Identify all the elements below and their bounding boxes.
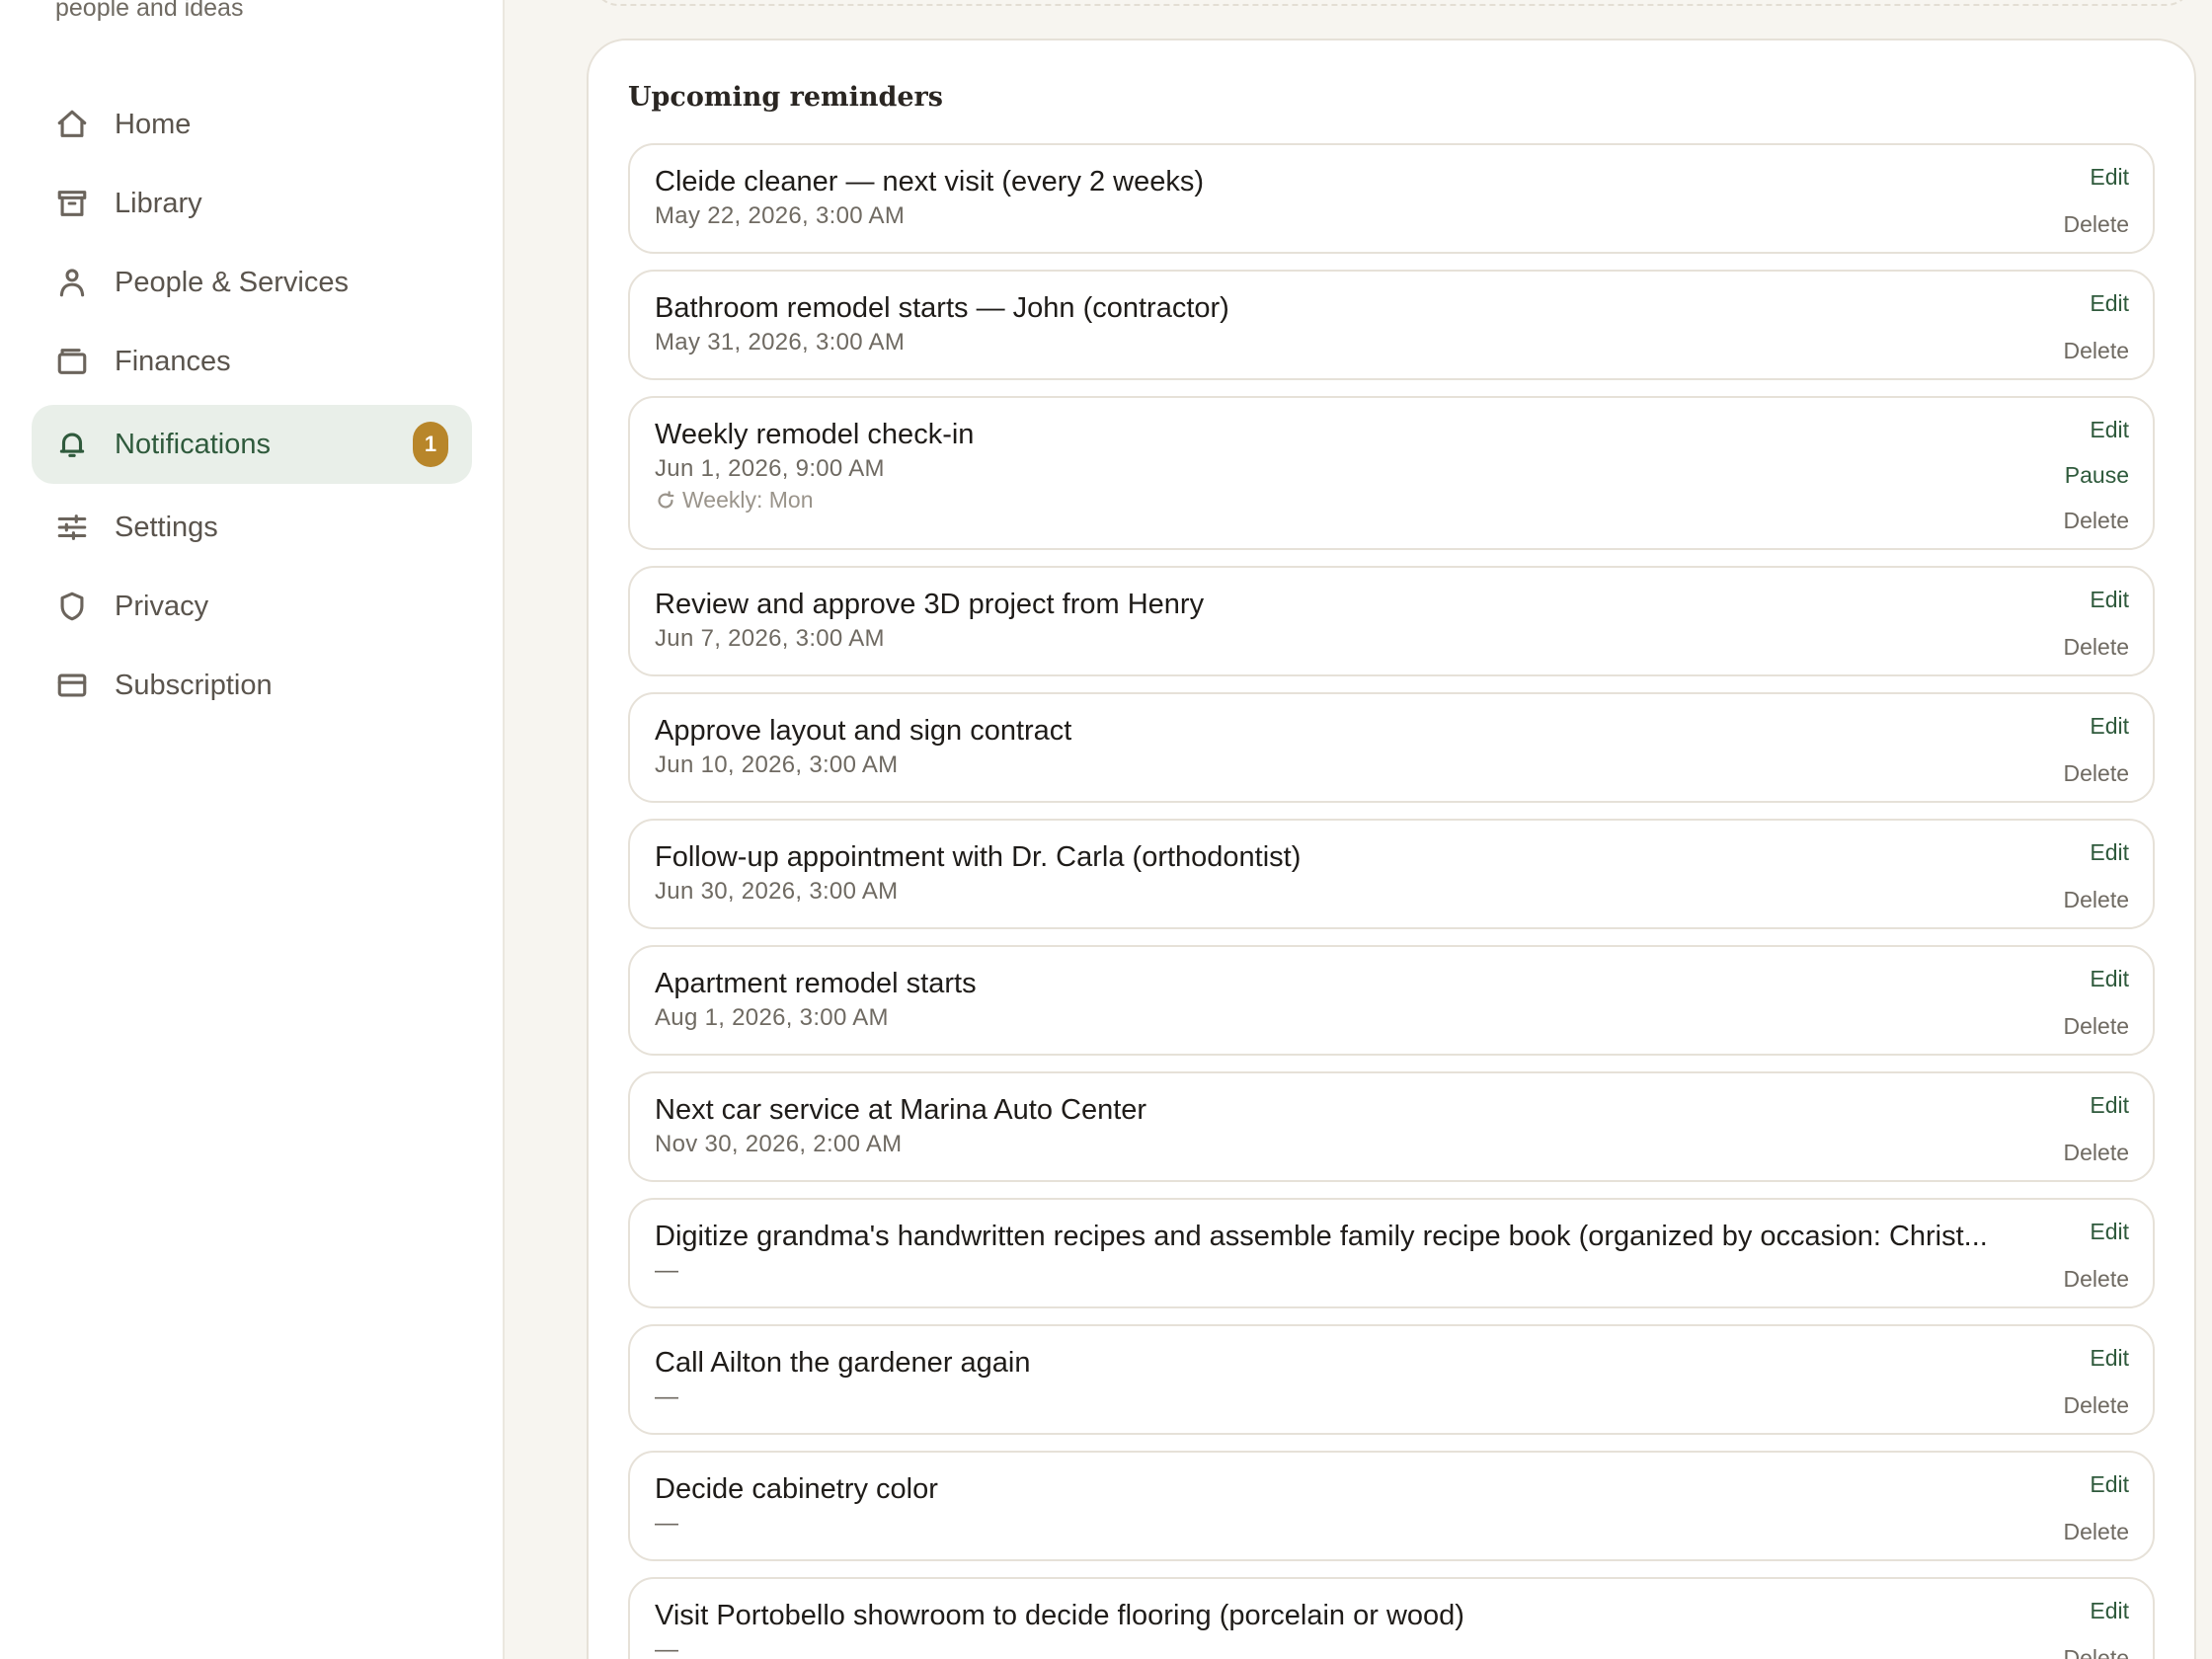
nav-item-home[interactable]: Home [32, 85, 472, 164]
sidebar: people and ideas Home Library People & S… [0, 0, 505, 1659]
edit-button[interactable]: Edit [2090, 1091, 2129, 1119]
delete-button[interactable]: Delete [2064, 1265, 2129, 1293]
reminder-item: Review and approve 3D project from Henry… [628, 566, 2155, 676]
reminder-item: Bathroom remodel starts — John (contract… [628, 270, 2155, 380]
reminder-date: — [655, 1383, 679, 1410]
pause-button[interactable]: Pause [2065, 461, 2129, 489]
repeat-icon [655, 490, 676, 512]
reminder-title: Cleide cleaner — next visit (every 2 wee… [655, 166, 1205, 198]
reminder-item: Call Ailton the gardener again — Edit De… [628, 1324, 2155, 1435]
reminder-item: Weekly remodel check-in Jun 1, 2026, 9:0… [628, 396, 2155, 550]
shield-icon [55, 590, 89, 623]
edit-button[interactable]: Edit [2090, 163, 2129, 191]
nav-item-people-services[interactable]: People & Services [32, 243, 472, 322]
nav-item-subscription[interactable]: Subscription [32, 646, 472, 725]
edit-button[interactable]: Edit [2090, 838, 2129, 866]
reminder-item: Digitize grandma's handwritten recipes a… [628, 1198, 2155, 1308]
reminder-date: Jun 30, 2026, 3:00 AM [655, 878, 899, 905]
reminder-item: Follow-up appointment with Dr. Carla (or… [628, 819, 2155, 929]
reminder-title: Visit Portobello showroom to decide floo… [655, 1600, 1464, 1631]
edit-button[interactable]: Edit [2090, 1218, 2129, 1245]
nav-item-label: Settings [115, 511, 218, 543]
nav-item-privacy[interactable]: Privacy [32, 567, 472, 646]
delete-button[interactable]: Delete [2064, 1518, 2129, 1545]
sliders-icon [55, 511, 89, 544]
delete-button[interactable]: Delete [2064, 210, 2129, 238]
edit-button[interactable]: Edit [2090, 1597, 2129, 1624]
reminder-item: Cleide cleaner — next visit (every 2 wee… [628, 143, 2155, 254]
reminder-title: Review and approve 3D project from Henry [655, 589, 1205, 620]
edit-button[interactable]: Edit [2090, 586, 2129, 613]
nav-item-label: Notifications [115, 428, 271, 460]
edit-button[interactable]: Edit [2090, 1344, 2129, 1372]
reminder-date: May 31, 2026, 3:00 AM [655, 329, 906, 356]
delete-button[interactable]: Delete [2064, 886, 2129, 913]
delete-button[interactable]: Delete [2064, 1012, 2129, 1040]
reminder-title: Weekly remodel check-in [655, 419, 975, 450]
edit-button[interactable]: Edit [2090, 1470, 2129, 1498]
reminder-title: Bathroom remodel starts — John (contract… [655, 292, 1229, 324]
nav-item-notifications[interactable]: Notifications 1 [32, 405, 472, 484]
nav-item-label: Privacy [115, 590, 209, 622]
nav-item-settings[interactable]: Settings [32, 488, 472, 567]
reminder-title: Decide cabinetry color [655, 1473, 938, 1505]
reminder-date: Nov 30, 2026, 2:00 AM [655, 1131, 903, 1157]
archive-icon [55, 187, 89, 220]
nav-item-label: Home [115, 108, 192, 140]
delete-button[interactable]: Delete [2064, 1139, 2129, 1166]
reminder-date: Jun 7, 2026, 3:00 AM [655, 625, 885, 652]
nav-item-finances[interactable]: Finances [32, 322, 472, 401]
reminder-item: Next car service at Marina Auto Center N… [628, 1071, 2155, 1182]
nav-item-label: Finances [115, 345, 231, 377]
recurrence-info: Weekly: Mon [655, 487, 814, 514]
delete-button[interactable]: Delete [2064, 507, 2129, 534]
reminder-item: Visit Portobello showroom to decide floo… [628, 1577, 2155, 1659]
delete-button[interactable]: Delete [2064, 1644, 2129, 1659]
reminder-item: Decide cabinetry color — Edit Delete [628, 1451, 2155, 1561]
edit-button[interactable]: Edit [2090, 289, 2129, 317]
reminder-date: Jun 10, 2026, 3:00 AM [655, 751, 899, 778]
nav-item-library[interactable]: Library [32, 164, 472, 243]
reminder-date: — [655, 1257, 679, 1284]
nav-item-label: People & Services [115, 266, 349, 298]
brand-tagline: people and ideas [55, 0, 244, 22]
person-icon [55, 266, 89, 299]
reminder-date: — [655, 1636, 679, 1659]
reminder-date: — [655, 1510, 679, 1537]
reminder-title: Apartment remodel starts [655, 968, 977, 999]
delete-button[interactable]: Delete [2064, 1391, 2129, 1419]
reminder-date: Jun 1, 2026, 9:00 AM [655, 455, 885, 482]
reminder-title: Follow-up appointment with Dr. Carla (or… [655, 841, 1302, 873]
section-title: Upcoming reminders [628, 82, 943, 113]
edit-button[interactable]: Edit [2090, 965, 2129, 992]
card-icon [55, 669, 89, 702]
wallet-icon [55, 345, 89, 378]
reminder-date: Aug 1, 2026, 3:00 AM [655, 1004, 889, 1031]
reminder-title: Next car service at Marina Auto Center [655, 1094, 1147, 1126]
home-icon [55, 108, 89, 141]
reminder-item: Apartment remodel starts Aug 1, 2026, 3:… [628, 945, 2155, 1056]
reminder-title: Call Ailton the gardener again [655, 1347, 1031, 1379]
edit-button[interactable]: Edit [2090, 712, 2129, 740]
reminder-item: Approve layout and sign contract Jun 10,… [628, 692, 2155, 803]
reminder-title: Approve layout and sign contract [655, 715, 1072, 747]
notification-count-badge: 1 [413, 422, 448, 467]
recurrence-label: Weekly: Mon [682, 487, 814, 513]
delete-button[interactable]: Delete [2064, 633, 2129, 661]
bell-icon [55, 428, 89, 461]
delete-button[interactable]: Delete [2064, 337, 2129, 364]
reminder-title: Digitize grandma's handwritten recipes a… [655, 1221, 1988, 1252]
reminder-date: May 22, 2026, 3:00 AM [655, 202, 906, 229]
edit-button[interactable]: Edit [2090, 416, 2129, 443]
reminders-panel: Upcoming reminders Cleide cleaner — next… [587, 39, 2196, 1659]
drop-zone [592, 0, 2192, 6]
delete-button[interactable]: Delete [2064, 759, 2129, 787]
nav-item-label: Library [115, 187, 202, 219]
nav-item-label: Subscription [115, 669, 273, 701]
